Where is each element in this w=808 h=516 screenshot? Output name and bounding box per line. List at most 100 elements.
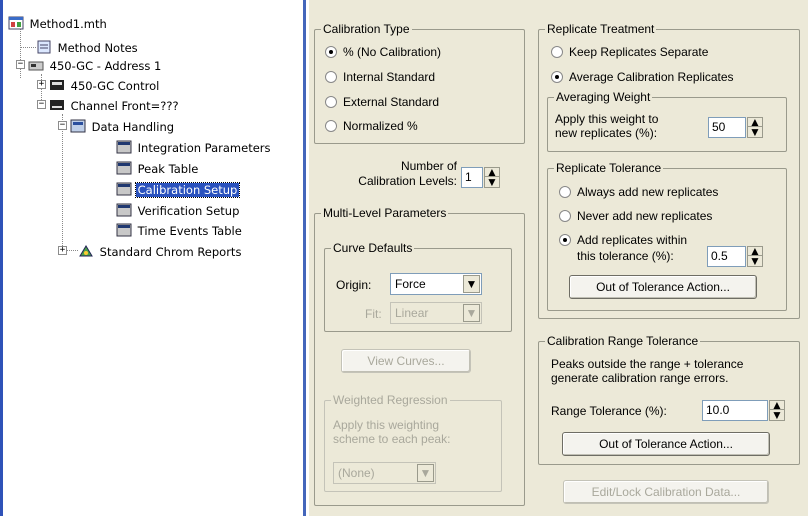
averaging-weight-title: Averaging Weight	[554, 90, 653, 104]
tree-item-reports[interactable]: Standard Chrom Reports	[78, 242, 243, 259]
collapse-toggle[interactable]: −	[37, 100, 46, 109]
multi-level-group: Multi-Level Parameters Curve Defaults Or…	[314, 206, 525, 506]
spin-down-icon[interactable]: ▼	[485, 176, 499, 188]
radio-never-add[interactable]: Never add new replicates	[559, 208, 712, 224]
tree-connector	[20, 47, 36, 48]
tree-item-calibration-setup[interactable]: Calibration Setup	[116, 180, 241, 198]
range-tolerance-spinner[interactable]: ▲ ▼	[769, 399, 785, 421]
spin-down-icon[interactable]: ▼	[770, 409, 784, 421]
radio-keep-separate[interactable]: Keep Replicates Separate	[551, 44, 708, 60]
origin-select[interactable]: Force ▼	[390, 273, 482, 295]
tree-item-root[interactable]: Method1.mth	[8, 14, 109, 31]
collapse-toggle[interactable]: −	[16, 60, 25, 69]
averaging-weight-group: Averaging Weight Apply this weight to ne…	[547, 90, 787, 152]
radio-icon	[559, 234, 571, 246]
averaging-line2: new replicates (%):	[555, 126, 658, 140]
radio-icon	[551, 71, 563, 83]
radio-label: Never add new replicates	[577, 209, 713, 223]
weighted-line2: scheme to each peak:	[333, 432, 451, 446]
replicate-tolerance-title: Replicate Tolerance	[554, 161, 664, 175]
tree-left-edge	[0, 0, 3, 516]
tree-item-method-notes[interactable]: Method Notes	[36, 38, 140, 55]
method-file-icon	[8, 16, 24, 30]
radio-external-standard[interactable]: External Standard	[325, 94, 439, 110]
gc-control-icon	[50, 80, 64, 90]
weighted-line1: Apply this weighting	[333, 418, 440, 432]
averaging-line1: Apply this weight to	[555, 112, 659, 126]
range-tolerance-group: Calibration Range Tolerance Peaks outsid…	[538, 334, 800, 465]
spin-down-icon[interactable]: ▼	[748, 126, 762, 138]
curve-defaults-title: Curve Defaults	[331, 241, 415, 255]
tree-item-verification[interactable]: Verification Setup	[116, 201, 241, 218]
radio-label: Average Calibration Replicates	[569, 70, 734, 84]
expand-toggle[interactable]: +	[37, 80, 46, 89]
tree-label: Standard Chrom Reports	[99, 245, 242, 259]
radio-label: Normalized %	[343, 119, 418, 133]
replicate-treatment-title: Replicate Treatment	[545, 22, 657, 36]
replicate-treatment-group: Replicate Treatment Keep Replicates Sepa…	[538, 22, 800, 319]
tree-label: Calibration Setup	[134, 182, 241, 198]
table-icon	[116, 140, 132, 154]
table-icon	[116, 161, 132, 175]
averaging-weight-input[interactable]: 50	[708, 117, 746, 138]
fit-value: Linear	[395, 306, 429, 320]
radio-label: Keep Replicates Separate	[569, 45, 709, 59]
replicate-out-of-tolerance-button[interactable]: Out of Tolerance Action...	[569, 275, 757, 299]
multi-level-title: Multi-Level Parameters	[321, 206, 449, 220]
averaging-weight-spinner[interactable]: ▲ ▼	[747, 116, 763, 138]
weighted-regression-group: Weighted Regression Apply this weighting…	[324, 393, 502, 492]
radio-add-within[interactable]: Add replicates within	[559, 232, 687, 248]
origin-value: Force	[395, 277, 426, 291]
radio-normalized[interactable]: Normalized %	[325, 118, 418, 134]
tree-label: 450-GC Control	[70, 79, 160, 93]
levels-input[interactable]: 1	[461, 167, 483, 188]
calibration-type-group: Calibration Type % (No Calibration) Inte…	[314, 22, 525, 144]
edit-lock-calibration-button[interactable]: Edit/Lock Calibration Data...	[563, 480, 769, 504]
range-tolerance-input[interactable]: 10.0	[702, 400, 768, 421]
chevron-down-icon[interactable]: ▼	[463, 275, 480, 293]
notes-icon	[37, 40, 51, 54]
fit-select[interactable]: Linear ▼	[390, 302, 482, 324]
tree-item-peak-table[interactable]: Peak Table	[116, 159, 200, 176]
range-desc-line2: generate calibration range errors.	[551, 371, 729, 385]
expand-toggle[interactable]: +	[58, 246, 67, 255]
weighting-select[interactable]: (None) ▼	[333, 462, 436, 484]
tree-item-data-handling[interactable]: Data Handling	[70, 117, 176, 134]
range-out-of-tolerance-button[interactable]: Out of Tolerance Action...	[562, 432, 770, 456]
radio-always-add[interactable]: Always add new replicates	[559, 184, 718, 200]
replicate-tolerance-input[interactable]: 0.5	[707, 246, 746, 267]
instrument-icon	[28, 61, 44, 71]
radio-average-replicates[interactable]: Average Calibration Replicates	[551, 69, 734, 85]
radio-no-calibration[interactable]: % (No Calibration)	[325, 44, 441, 60]
radio-label: Add replicates within	[577, 233, 688, 247]
tree-item-gc-control[interactable]: 450-GC Control	[49, 76, 161, 93]
radio-icon	[551, 46, 563, 58]
replicate-tolerance-spinner[interactable]: ▲ ▼	[747, 245, 763, 267]
levels-spinner[interactable]: ▲ ▼	[484, 166, 500, 188]
spin-down-icon[interactable]: ▼	[748, 255, 762, 267]
tree-label: Time Events Table	[137, 224, 242, 238]
table-icon	[116, 223, 132, 237]
replicate-tolerance-group: Replicate Tolerance Always add new repli…	[547, 161, 787, 311]
radio-internal-standard[interactable]: Internal Standard	[325, 69, 435, 85]
view-curves-button[interactable]: View Curves...	[341, 349, 471, 373]
curve-defaults-group: Curve Defaults Origin: Force ▼ Fit: Linea…	[324, 241, 512, 332]
tree-connector	[20, 24, 21, 78]
radio-icon	[559, 210, 571, 222]
collapse-toggle[interactable]: −	[58, 121, 67, 130]
tree-label: Verification Setup	[137, 204, 240, 218]
tree-item-time-events[interactable]: Time Events Table	[116, 221, 244, 238]
reports-icon	[79, 245, 93, 257]
chevron-down-icon[interactable]: ▼	[463, 304, 480, 322]
chevron-down-icon[interactable]: ▼	[417, 464, 434, 482]
radio-icon	[325, 96, 337, 108]
tree-label: Method1.mth	[29, 17, 107, 31]
radio-label: Internal Standard	[343, 70, 436, 84]
tree-item-channel[interactable]: Channel Front=???	[49, 96, 181, 113]
tree-item-address[interactable]: 450-GC - Address 1	[28, 56, 163, 73]
tree-item-integration[interactable]: Integration Parameters	[116, 138, 273, 155]
tree-label: Method Notes	[57, 41, 138, 55]
radio-label: % (No Calibration)	[343, 45, 442, 59]
range-desc-line1: Peaks outside the range + tolerance	[551, 357, 744, 371]
radio-label: External Standard	[343, 95, 440, 109]
